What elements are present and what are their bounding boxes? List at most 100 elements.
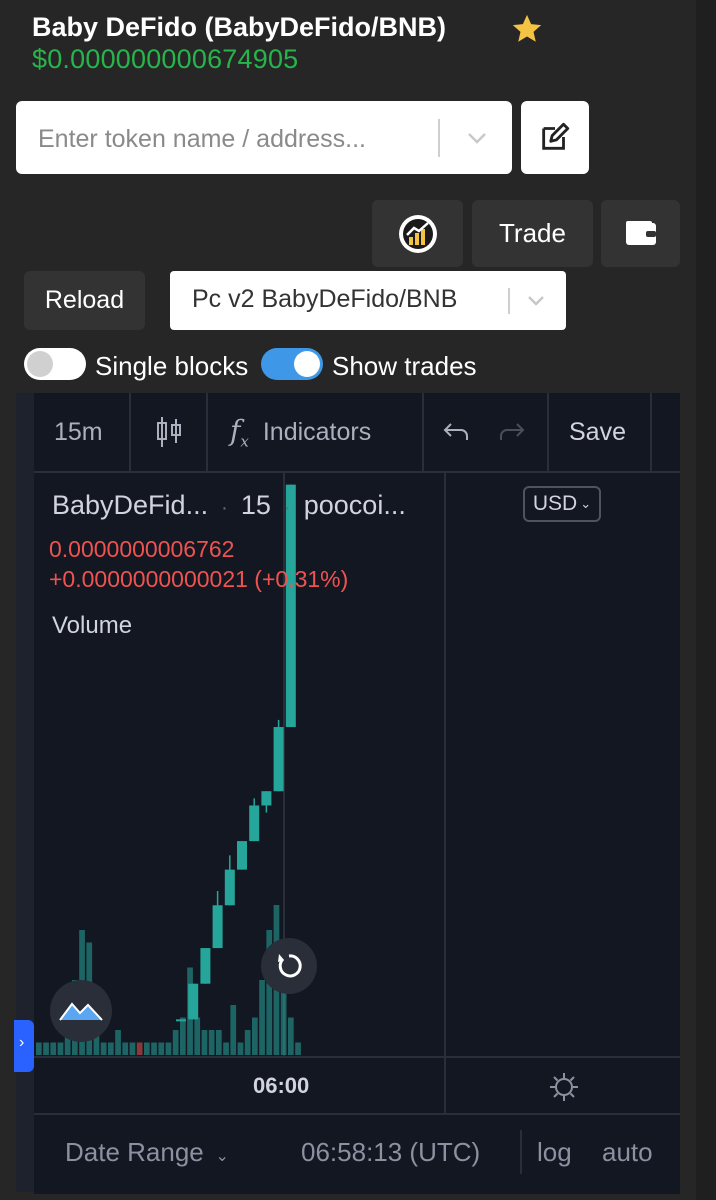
legend-separator: · — [278, 497, 297, 519]
toolbar-divider — [422, 393, 424, 471]
page-scrollbar[interactable] — [696, 0, 716, 1200]
legend-symbol: BabyDeFid... — [52, 490, 209, 520]
candle-body — [188, 983, 199, 1020]
volume-bar — [201, 1030, 208, 1055]
show-trades-label: Show trades — [332, 351, 477, 381]
reload-button[interactable]: Reload — [24, 271, 145, 330]
volume-bar — [129, 1042, 136, 1055]
candle-body — [212, 905, 223, 949]
date-range-label: Date Range — [65, 1137, 204, 1167]
log-scale-button[interactable]: log — [537, 1137, 572, 1168]
indicators-button[interactable]: fx Indicators — [230, 393, 371, 471]
volume-bar — [223, 1042, 229, 1055]
single-blocks-toggle[interactable] — [24, 348, 86, 380]
candle-body — [273, 727, 284, 792]
edit-icon — [542, 122, 570, 150]
currency-value: USD — [532, 492, 578, 515]
currency-select[interactable]: USD ⌄ — [523, 486, 601, 522]
volume-bar — [158, 1042, 165, 1055]
token-search-box[interactable] — [16, 101, 512, 174]
legend-change-value: +0.0000000000021 (+0.31%) — [49, 566, 349, 592]
chart-coin-icon — [399, 215, 437, 253]
volume-bar — [50, 1042, 57, 1055]
trade-button[interactable]: Trade — [472, 200, 593, 267]
pair-select[interactable]: Pc v2 BabyDeFido/BNB — [170, 271, 566, 330]
volume-bar — [136, 1042, 143, 1055]
volume-bar — [230, 1005, 237, 1055]
redo-button[interactable] — [497, 393, 527, 471]
volume-bar — [216, 1030, 222, 1055]
chevron-down-icon[interactable] — [462, 123, 492, 153]
token-title: Baby DeFido (BabyDeFido/BNB) — [32, 12, 447, 42]
candle-body — [261, 791, 272, 806]
star-icon[interactable] — [510, 12, 544, 46]
pair-select-value: Pc v2 BabyDeFido/BNB — [192, 285, 458, 313]
single-blocks-label: Single blocks — [95, 351, 249, 381]
volume-bar — [100, 1042, 107, 1055]
show-trades-toggle[interactable] — [261, 348, 323, 380]
time-axis-label: 06:00 — [253, 1073, 310, 1098]
volume-bar — [295, 1042, 301, 1055]
chart-left-strip — [16, 393, 34, 1192]
wallet-button[interactable] — [601, 200, 680, 267]
toolbar-divider — [547, 393, 549, 471]
chevron-right-icon: › — [19, 1034, 25, 1051]
legend-close-value: 0.0000000006762 — [49, 536, 235, 562]
search-input[interactable] — [36, 119, 440, 159]
bottom-bar-divider — [520, 1130, 522, 1174]
pair-select-divider — [508, 288, 510, 314]
token-price: $0.000000000674905 — [32, 44, 299, 74]
save-button[interactable]: Save — [569, 393, 626, 471]
settings-gear-icon[interactable] — [548, 1071, 580, 1103]
legend-separator: · — [215, 497, 234, 519]
function-icon: fx — [230, 413, 249, 451]
volume-label: Volume — [52, 612, 133, 639]
volume-bar — [122, 1042, 129, 1055]
volume-bar — [208, 1030, 215, 1055]
candle-body — [200, 948, 211, 984]
volume-bar — [259, 980, 265, 1055]
volume-bar — [252, 1017, 258, 1055]
undo-button[interactable] — [441, 393, 471, 471]
volume-bar — [244, 1030, 251, 1055]
candle-body — [237, 841, 247, 870]
volume-bar — [57, 1042, 64, 1055]
volume-bar — [180, 1017, 186, 1055]
legend-interval: 15 — [240, 490, 271, 520]
toolbar-divider — [129, 393, 131, 471]
volume-bar — [108, 1042, 114, 1055]
interval-button[interactable]: 15m — [54, 393, 103, 471]
chevron-down-icon: ⌄ — [580, 496, 592, 511]
candle-body — [224, 869, 235, 906]
chart-legend-title: BabyDeFid... · 15 · poocoi... — [52, 490, 406, 521]
candle-body — [176, 1019, 186, 1022]
reset-icon — [278, 954, 302, 978]
toggle-knob — [294, 351, 320, 377]
volume-bar — [237, 1042, 244, 1055]
chart-coin-button[interactable] — [372, 200, 463, 267]
auto-scale-button[interactable]: auto — [602, 1137, 653, 1168]
expand-toolbar-tab[interactable]: › — [14, 1020, 34, 1072]
search-divider — [438, 119, 440, 157]
date-range-button[interactable]: Date Range ⌄ — [65, 1137, 229, 1168]
candle-body — [249, 805, 260, 842]
toolbar-divider — [206, 393, 208, 471]
legend-source: poocoi... — [303, 490, 406, 520]
volume-bar — [36, 1042, 42, 1055]
toolbar-divider — [650, 393, 652, 471]
volume-bar — [151, 1042, 157, 1055]
candle-body — [285, 484, 296, 728]
volume-bar — [165, 1042, 172, 1055]
edit-button[interactable] — [521, 101, 589, 174]
reset-chart-button[interactable] — [261, 938, 317, 994]
volume-bar — [43, 1042, 49, 1055]
tradingview-logo-icon[interactable] — [50, 980, 112, 1042]
volume-bar — [172, 1030, 179, 1055]
volume-bar — [288, 1017, 294, 1055]
chevron-down-icon[interactable] — [522, 287, 550, 315]
indicators-label: Indicators — [262, 417, 372, 446]
candles-type-button[interactable] — [154, 393, 184, 471]
candlestick-icon — [157, 417, 181, 447]
wallet-icon — [626, 221, 656, 245]
chevron-down-icon: ⌄ — [211, 1148, 229, 1165]
